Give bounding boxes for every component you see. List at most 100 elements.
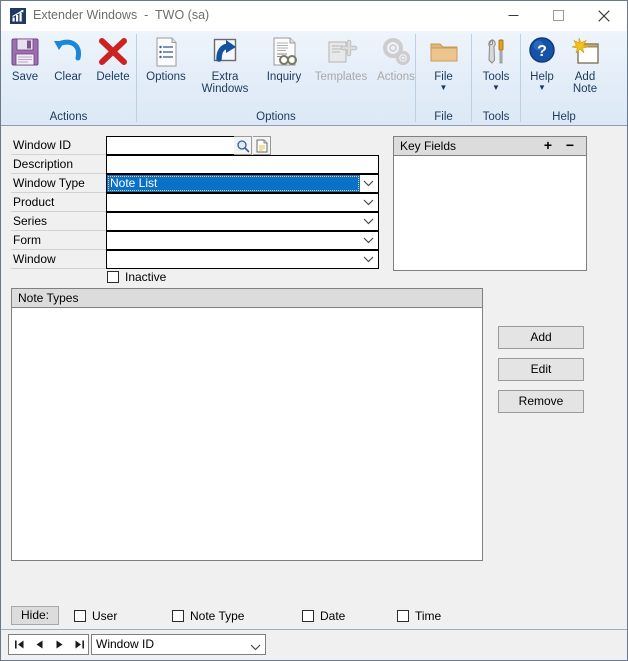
ribbon-label-templates: Templates (314, 71, 368, 83)
label-window: Window (11, 250, 106, 269)
hide-label[interactable]: Hide: (11, 606, 59, 625)
inquiry-document-icon (257, 35, 311, 69)
new-document-icon[interactable] (253, 136, 271, 155)
series-value (107, 213, 360, 230)
ribbon-button-inquiry[interactable]: Inquiry (257, 35, 311, 83)
edit-button[interactable]: Edit (498, 358, 584, 381)
ribbon-button-delete[interactable]: Delete (91, 35, 135, 83)
chevron-down-icon[interactable] (360, 251, 377, 268)
bar-chart-icon (10, 8, 26, 24)
templates-icon (312, 35, 370, 69)
key-fields-panel: Key Fields + − (393, 136, 587, 271)
field-row-window-type: Window Type Note List (1, 174, 391, 193)
key-fields-title: Key Fields (400, 139, 457, 153)
close-icon[interactable] (581, 1, 626, 30)
sort-by-value: Window ID (96, 637, 155, 651)
series-combo[interactable] (106, 212, 379, 231)
form-combo[interactable] (106, 231, 379, 250)
chevron-down-icon[interactable] (360, 194, 377, 211)
form-body: Window ID Description Window Type Note L… (1, 126, 627, 660)
chevron-down-icon: ▼ (492, 83, 500, 92)
ribbon-button-templates[interactable]: Templates (312, 35, 370, 83)
next-record-icon[interactable] (49, 635, 69, 654)
ribbon-label-help: Help (530, 71, 554, 83)
add-button[interactable]: Add (498, 326, 584, 349)
previous-record-icon[interactable] (29, 635, 49, 654)
chevron-down-icon[interactable] (360, 175, 377, 192)
field-row-window-id: Window ID (1, 136, 391, 155)
ribbon-label-delete: Delete (96, 71, 130, 83)
floppy-disk-icon (5, 35, 45, 69)
sort-by-combo[interactable]: Window ID (91, 634, 266, 655)
ribbon-button-actions[interactable]: Actions (371, 35, 421, 83)
ribbon-label-extra-windows: Extra Windows (201, 71, 249, 95)
label-series: Series (11, 212, 106, 231)
folder-icon (421, 35, 466, 69)
help-question-icon: ? (521, 35, 563, 69)
document-list-icon (139, 35, 193, 69)
chevron-down-icon[interactable] (360, 213, 377, 230)
window-id-input[interactable] (107, 137, 234, 154)
ribbon-label-options: Options (146, 71, 186, 83)
undo-arrow-icon (46, 35, 90, 69)
field-row-product: Product (1, 193, 391, 212)
ribbon-button-save[interactable]: Save (5, 35, 45, 83)
red-x-icon (91, 35, 135, 69)
ribbon-button-add-note[interactable]: Add Note (564, 35, 606, 95)
description-input[interactable] (107, 156, 378, 173)
hide-note-type-checkbox[interactable] (172, 610, 184, 622)
ribbon-label-add-note: Add Note (572, 71, 598, 95)
note-types-list[interactable] (12, 308, 482, 560)
last-record-icon[interactable] (69, 635, 89, 654)
hide-note-type-label: Note Type (190, 609, 245, 623)
form-value (107, 232, 360, 249)
ribbon-button-options[interactable]: Options (139, 35, 193, 83)
inactive-checkbox[interactable] (107, 271, 119, 283)
record-navigation-group (8, 634, 89, 655)
minimize-icon[interactable] (491, 1, 536, 30)
chevron-down-icon[interactable] (250, 640, 261, 654)
maximize-icon[interactable] (536, 1, 581, 30)
window-combo[interactable] (106, 250, 379, 269)
hide-time-label: Time (415, 609, 442, 623)
label-description: Description (11, 155, 106, 174)
hide-user-label: User (92, 609, 118, 623)
key-fields-add-button[interactable]: + (540, 138, 556, 154)
ribbon-button-file[interactable]: File ▼ (421, 35, 466, 92)
hide-date-label: Date (320, 609, 346, 623)
hide-user-checkbox[interactable] (74, 610, 86, 622)
field-row-window: Window (1, 250, 391, 269)
ribbon-button-extra-windows[interactable]: Extra Windows (194, 35, 256, 95)
hide-date-checkbox[interactable] (302, 610, 314, 622)
ribbon-label-save: Save (11, 71, 39, 83)
label-product: Product (11, 193, 106, 212)
key-fields-list[interactable] (394, 156, 586, 270)
label-window-type: Window Type (11, 174, 106, 193)
ribbon-button-clear[interactable]: Clear (46, 35, 90, 83)
key-fields-remove-button[interactable]: − (562, 138, 578, 154)
remove-button[interactable]: Remove (498, 390, 584, 413)
add-note-icon (564, 35, 606, 69)
description-input-wrap[interactable] (106, 155, 379, 174)
field-row-form: Form (1, 231, 391, 250)
product-combo[interactable] (106, 193, 379, 212)
first-record-icon[interactable] (9, 635, 29, 654)
window-type-combo[interactable]: Note List (106, 174, 379, 193)
ribbon-group-tools: Tools ▼ Tools (472, 31, 520, 125)
hide-time-checkbox[interactable] (397, 610, 409, 622)
title-bar: Extender Windows - TWO (sa) (1, 1, 627, 31)
ribbon-label-inquiry: Inquiry (266, 71, 302, 83)
ribbon-button-tools[interactable]: Tools ▼ (474, 35, 518, 92)
ribbon-label-actions: Actions (377, 71, 415, 83)
svg-text:?: ? (537, 43, 547, 60)
field-row-description: Description (1, 155, 391, 174)
product-value (107, 194, 360, 211)
ribbon-button-help[interactable]: ? Help ▼ (521, 35, 563, 92)
note-types-title: Note Types (18, 291, 79, 305)
note-types-header: Note Types (12, 289, 482, 308)
chevron-down-icon[interactable] (360, 232, 377, 249)
extender-windows-window: Extender Windows - TWO (sa) Save Clear D… (0, 0, 628, 661)
window-id-input-wrap[interactable] (106, 136, 235, 155)
magnifier-icon[interactable] (234, 136, 252, 155)
wrench-screwdriver-icon (474, 35, 518, 69)
